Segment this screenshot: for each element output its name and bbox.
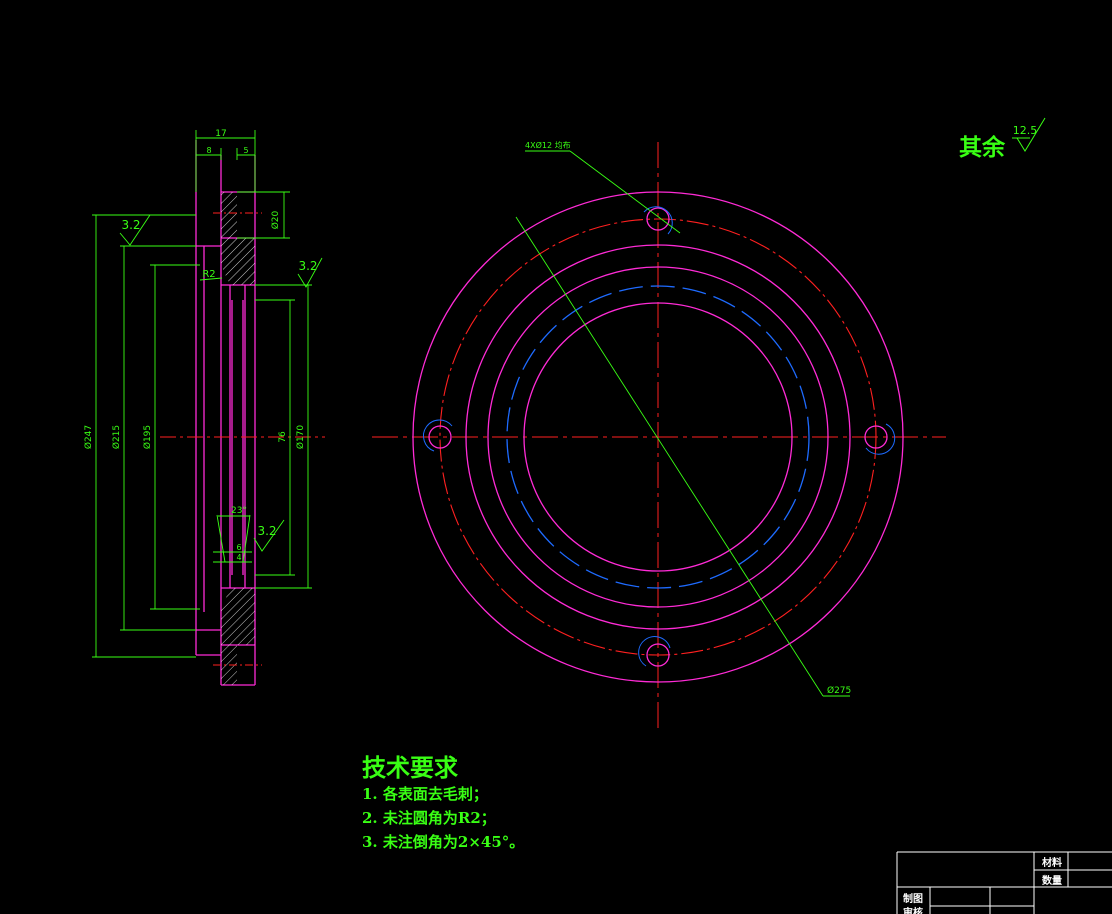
groove-width-6: 6 [236, 543, 241, 552]
roughness-groove: 3.2 [257, 524, 276, 538]
hatch-lug-top [221, 192, 237, 238]
dim-left-width: 8 [206, 146, 211, 155]
tech-requirement-item: 2. 未注圆角为R2； [362, 809, 496, 827]
dim-d275: Ø275 [827, 685, 851, 696]
roughness-rest-symbol: 12.5 [1012, 117, 1046, 152]
dim-total-width: 17 [215, 129, 226, 139]
roughness-rest-value: 12.5 [1013, 124, 1038, 137]
title-block-checked: 审核 [903, 906, 923, 914]
tech-requirement-item: 3. 未注倒角为2×45°。 [362, 833, 525, 851]
title-block-material: 材料 [1042, 856, 1062, 869]
hatch-top [221, 238, 255, 285]
bolt-hole-left [422, 419, 453, 452]
roughness-outer: 3.2 [121, 218, 140, 232]
dim-right-width: 5 [243, 146, 248, 155]
tech-requirements-title: 技术要求 [362, 753, 458, 782]
title-block [896, 851, 1112, 914]
cad-drawing: 17 8 5 Ø20 3.2 3.2 3.2 R2 Ø247 Ø215 Ø195… [83, 117, 1112, 914]
bolt-hole-right [864, 423, 896, 455]
front-view: 4XØ12 均布 Ø275 [372, 140, 946, 733]
bolt-hole-top [643, 206, 673, 235]
title-block-quantity: 数量 [1042, 874, 1062, 887]
roughness-inner: 3.2 [298, 259, 317, 273]
groove-angle: 23° [231, 506, 247, 516]
section-view: 17 8 5 Ø20 3.2 3.2 3.2 R2 Ø247 Ø215 Ø195… [83, 129, 325, 686]
section-dimensions [92, 130, 323, 658]
holes-callout: 4XØ12 均布 [525, 140, 571, 150]
bolt-hole-bottom [638, 636, 671, 667]
hatch-bottom [221, 588, 255, 645]
dim-d247: Ø247 [83, 425, 94, 449]
dim-bolt-hole: Ø20 [270, 210, 281, 229]
roughness-rest-label: 其余 [959, 135, 1005, 161]
dim-76: 76 [278, 431, 288, 443]
fillet-label: R2 [202, 269, 215, 280]
front-leaders [515, 150, 850, 697]
dim-d215: Ø215 [111, 425, 122, 449]
title-block-drawn: 制图 [903, 892, 923, 905]
groove-width-4: 4 [236, 553, 241, 562]
tech-requirement-item: 1. 各表面去毛刺； [362, 785, 488, 803]
dim-d195: Ø195 [142, 425, 153, 449]
dim-d170: Ø170 [295, 425, 306, 450]
